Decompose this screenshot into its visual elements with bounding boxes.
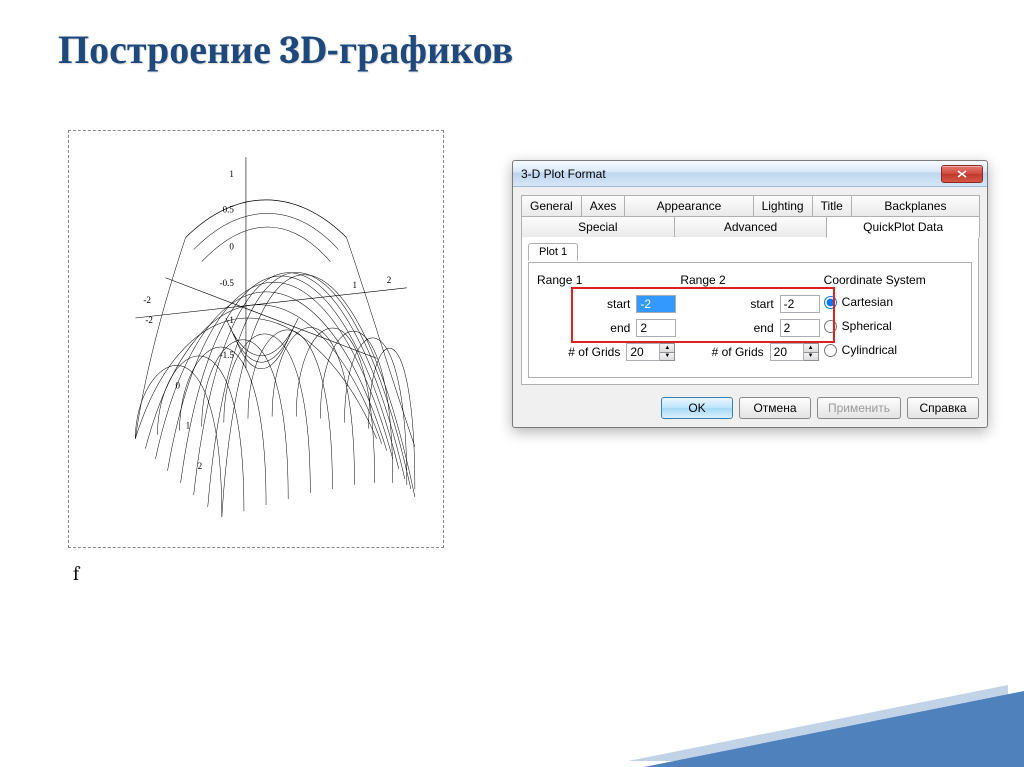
range2-end-input[interactable] <box>780 319 820 337</box>
spin-down-icon[interactable]: ▼ <box>804 352 819 362</box>
dialog-titlebar[interactable]: 3-D Plot Format <box>513 161 987 187</box>
range2-grids-label: # of Grids <box>712 345 764 359</box>
range2-start-input[interactable] <box>780 295 820 313</box>
range1-grids-spinner[interactable]: ▲▼ <box>626 343 676 361</box>
tab-lighting[interactable]: Lighting <box>753 195 813 216</box>
tab-general[interactable]: General <box>521 195 582 216</box>
range1-end-input[interactable] <box>636 319 676 337</box>
tab-special[interactable]: Special <box>521 216 675 237</box>
range2-end-label: end <box>754 321 774 335</box>
svg-text:0: 0 <box>229 242 234 252</box>
tab-row-bottom: Special Advanced QuickPlot Data <box>521 216 979 237</box>
radio-cartesian-label: Cartesian <box>842 295 893 309</box>
spin-up-icon[interactable]: ▲ <box>804 343 819 352</box>
coord-heading: Coordinate System <box>824 273 963 287</box>
range1-start-label: start <box>607 297 630 311</box>
close-button[interactable] <box>941 165 983 183</box>
coord-system-group: Coordinate System Cartesian Spherical Cy… <box>824 273 963 367</box>
svg-text:1: 1 <box>353 280 358 290</box>
tab-row-top: General Axes Appearance Lighting Title B… <box>521 195 979 216</box>
cancel-button[interactable]: Отмена <box>739 397 811 419</box>
close-icon <box>957 170 967 178</box>
radio-spherical[interactable] <box>824 320 837 333</box>
apply-button[interactable]: Применить <box>817 397 901 419</box>
tab-panel: Plot 1 Range 1 start end <box>521 236 979 385</box>
range1-heading: Range 1 <box>537 273 676 287</box>
function-label: f <box>73 562 79 585</box>
radio-cylindrical-label: Cylindrical <box>842 343 897 357</box>
range2-heading: Range 2 <box>680 273 819 287</box>
slide-title: Построение 3D-графиков <box>58 26 513 73</box>
tab-advanced[interactable]: Advanced <box>674 216 828 237</box>
tab-title[interactable]: Title <box>812 195 852 216</box>
svg-text:1: 1 <box>229 169 234 179</box>
range1-end-label: end <box>610 321 630 335</box>
svg-text:2: 2 <box>198 461 203 471</box>
dialog-button-row: OK Отмена Применить Справка <box>513 389 987 427</box>
range1-start-input[interactable] <box>636 295 676 313</box>
radio-cylindrical[interactable] <box>824 344 837 357</box>
plot-3d-thumbnail[interactable]: 1 0.5 0 -0.5 -1 -1.5 2 1 -2 0 <box>68 130 444 548</box>
range2-grids-input[interactable] <box>770 343 804 361</box>
range1-grids-label: # of Grids <box>568 345 620 359</box>
svg-text:-1.5: -1.5 <box>220 350 235 360</box>
plot-format-dialog: 3-D Plot Format General Axes Appearance … <box>512 160 988 428</box>
spin-down-icon[interactable]: ▼ <box>660 352 675 362</box>
wireframe-surface: 1 0.5 0 -0.5 -1 -1.5 2 1 -2 0 <box>75 137 437 539</box>
svg-text:-0.5: -0.5 <box>220 278 235 288</box>
tab-quickplot-data[interactable]: QuickPlot Data <box>826 216 980 238</box>
spin-up-icon[interactable]: ▲ <box>660 343 675 352</box>
range1-group: Range 1 start end # of Grids <box>537 273 676 367</box>
svg-text:-2: -2 <box>143 295 151 305</box>
tab-appearance[interactable]: Appearance <box>624 195 753 216</box>
tab-backplanes[interactable]: Backplanes <box>851 195 980 216</box>
slide-accent-triangle <box>644 691 1024 767</box>
help-button[interactable]: Справка <box>907 397 979 419</box>
radio-spherical-label: Spherical <box>842 319 892 333</box>
range2-grids-spinner[interactable]: ▲▼ <box>770 343 820 361</box>
ok-button[interactable]: OK <box>661 397 733 419</box>
range2-group: Range 2 start end # of Grids <box>680 273 819 367</box>
range1-grids-input[interactable] <box>626 343 660 361</box>
svg-text:2: 2 <box>387 275 392 285</box>
range2-start-label: start <box>750 297 773 311</box>
radio-cartesian[interactable] <box>824 296 837 309</box>
dialog-title: 3-D Plot Format <box>521 167 941 181</box>
tab-axes[interactable]: Axes <box>581 195 626 216</box>
tab-plot-1[interactable]: Plot 1 <box>528 243 578 261</box>
svg-text:-2: -2 <box>145 315 153 325</box>
